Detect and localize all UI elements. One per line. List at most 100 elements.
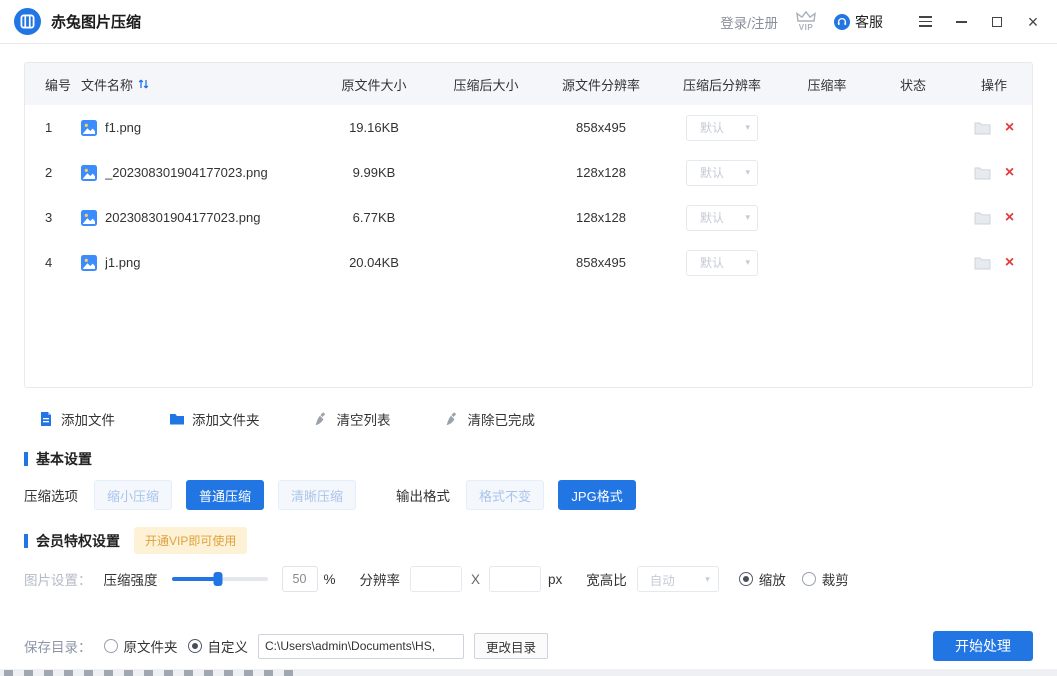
header-operation: 操作 [956, 75, 1032, 94]
clipped-bottom-content [0, 669, 1057, 676]
image-settings-row: 图片设置： 压缩强度 50 % 分辨率 X px 宽高比 自动 ▾ 缩放 裁剪 [24, 566, 1033, 592]
open-folder-icon[interactable] [974, 166, 991, 180]
compression-options-row: 压缩选项 缩小压缩 普通压缩 清晰压缩 输出格式 格式不变 JPG格式 [24, 480, 636, 510]
open-folder-icon[interactable] [974, 256, 991, 270]
minimize-button[interactable] [947, 8, 975, 36]
delete-icon[interactable]: × [1005, 120, 1014, 136]
output-format-label: 输出格式 [396, 485, 450, 505]
original-folder-radio[interactable]: 原文件夹 [104, 636, 178, 656]
radio-dot [802, 572, 816, 586]
table-row: 3 202308301904177023.png 6.77KB 128x128 … [25, 195, 1032, 240]
open-folder-icon[interactable] [974, 211, 991, 225]
save-directory-label: 保存目录： [24, 636, 92, 656]
file-name: _202308301904177023.png [105, 165, 268, 180]
option-clear-compress[interactable]: 清晰压缩 [278, 480, 356, 510]
sort-icon [138, 78, 149, 90]
delete-icon[interactable]: × [1005, 165, 1014, 181]
option-normal-compress[interactable]: 普通压缩 [186, 480, 264, 510]
file-table: 编号 文件名称 原文件大小 压缩后大小 源文件分辨率 压缩后分辨率 压缩率 状态… [24, 62, 1033, 388]
image-thumbnail-icon [81, 210, 97, 226]
crop-radio-label: 裁剪 [822, 569, 849, 589]
header-original-size: 原文件大小 [318, 75, 430, 94]
resolution-width-input[interactable] [410, 566, 462, 592]
maximize-button[interactable] [983, 8, 1011, 36]
table-row: 4 j1.png 20.04KB 858x495 默认 ▾ × [25, 240, 1032, 285]
minimize-icon [956, 21, 967, 23]
clipped-text-remnant [4, 670, 304, 676]
titlebar-right: 登录/注册 VIP 客服 × [720, 8, 1047, 36]
start-processing-button[interactable]: 开始处理 [933, 631, 1033, 661]
chevron-down-icon: ▾ [745, 167, 750, 178]
clear-completed-button[interactable]: 清除已完成 [445, 409, 536, 429]
file-name: j1.png [105, 255, 140, 270]
custom-folder-label: 自定义 [208, 636, 249, 656]
row-index: 3 [25, 210, 81, 225]
header-filename[interactable]: 文件名称 [81, 75, 318, 94]
option-shrink-compress[interactable]: 缩小压缩 [94, 480, 172, 510]
row-index: 2 [25, 165, 81, 180]
window-controls: × [911, 8, 1047, 36]
vip-label: VIP [799, 24, 813, 32]
customer-service-label: 客服 [855, 12, 883, 32]
source-resolution: 128x128 [542, 210, 660, 225]
strength-value-input[interactable]: 50 [282, 566, 318, 592]
add-folder-button[interactable]: 添加文件夹 [169, 409, 260, 429]
resolution-separator: X [471, 572, 480, 587]
original-size: 20.04KB [318, 255, 430, 270]
add-file-label: 添加文件 [61, 409, 115, 429]
source-resolution: 128x128 [542, 165, 660, 180]
login-register-link[interactable]: 登录/注册 [720, 12, 778, 32]
delete-icon[interactable]: × [1005, 210, 1014, 226]
resolution-height-input[interactable] [489, 566, 541, 592]
add-file-button[interactable]: 添加文件 [38, 409, 115, 429]
titlebar: 赤兔图片压缩 登录/注册 VIP 客服 × [0, 0, 1057, 44]
resolution-preset-select[interactable]: 默认 ▾ [686, 115, 758, 141]
table-body: 1 f1.png 19.16KB 858x495 默认 ▾ × 2 [25, 105, 1032, 285]
chevron-down-icon: ▾ [745, 257, 750, 268]
resolution-preset-select[interactable]: 默认 ▾ [686, 205, 758, 231]
hamburger-icon [919, 16, 932, 27]
header-filename-label: 文件名称 [81, 75, 133, 94]
resolution-preset-select[interactable]: 默认 ▾ [686, 160, 758, 186]
open-folder-icon[interactable] [974, 121, 991, 135]
file-name: f1.png [105, 120, 141, 135]
delete-icon[interactable]: × [1005, 255, 1014, 271]
close-button[interactable]: × [1019, 8, 1047, 36]
crop-radio[interactable]: 裁剪 [802, 569, 849, 589]
chevron-down-icon: ▾ [745, 122, 750, 133]
resolution-preset-select[interactable]: 默认 ▾ [686, 250, 758, 276]
format-jpg[interactable]: JPG格式 [558, 480, 636, 510]
section-marker [24, 452, 28, 466]
scale-radio[interactable]: 缩放 [739, 569, 786, 589]
format-unchanged[interactable]: 格式不变 [466, 480, 544, 510]
resolution-label: 分辨率 [360, 569, 401, 589]
clear-list-button[interactable]: 清空列表 [314, 409, 391, 429]
add-file-icon [38, 411, 54, 427]
clear-list-icon [314, 411, 330, 427]
customer-service-button[interactable]: 客服 [834, 12, 883, 32]
original-folder-label: 原文件夹 [124, 636, 178, 656]
vip-button[interactable]: VIP [796, 11, 816, 32]
original-size: 19.16KB [318, 120, 430, 135]
percent-unit: % [324, 572, 336, 587]
change-directory-button[interactable]: 更改目录 [474, 633, 548, 659]
image-settings-label: 图片设置： [24, 569, 92, 589]
vip-settings-title: 会员特权设置 [36, 531, 120, 551]
save-path-input[interactable] [258, 634, 464, 659]
custom-folder-radio[interactable]: 自定义 [188, 636, 249, 656]
strength-label: 压缩强度 [104, 569, 158, 589]
scale-radio-label: 缩放 [759, 569, 786, 589]
strength-slider[interactable] [172, 577, 268, 581]
section-marker [24, 534, 28, 548]
crown-icon [796, 11, 816, 23]
row-index: 1 [25, 120, 81, 135]
slider-handle[interactable] [213, 572, 222, 586]
row-index: 4 [25, 255, 81, 270]
save-directory-row: 保存目录： 原文件夹 自定义 更改目录 开始处理 [24, 631, 1033, 661]
header-compressed-size: 压缩后大小 [430, 75, 542, 94]
maximize-icon [992, 17, 1002, 27]
radio-dot-selected [188, 639, 202, 653]
menu-button[interactable] [911, 8, 939, 36]
aspect-ratio-select[interactable]: 自动 ▾ [637, 566, 719, 592]
preset-value: 默认 [700, 119, 724, 136]
